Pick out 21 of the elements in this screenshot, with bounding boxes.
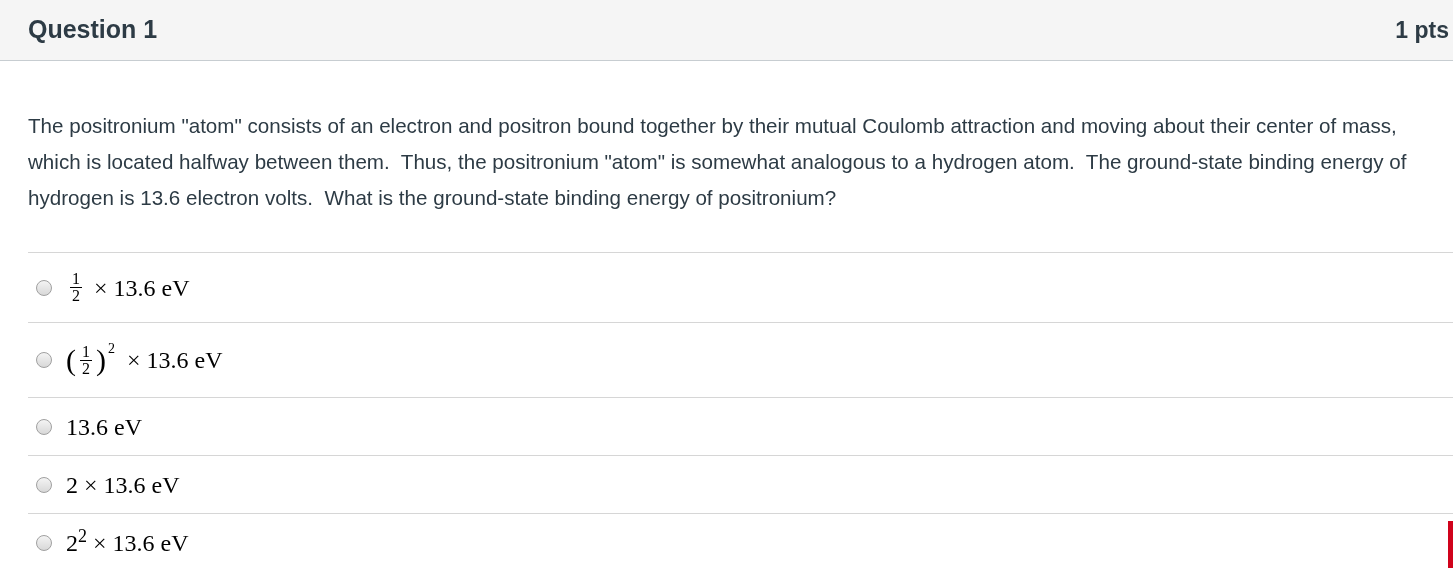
exponent: 2 bbox=[108, 340, 115, 358]
radio-button[interactable] bbox=[36, 279, 52, 296]
answer-text: 13.6 eV bbox=[66, 413, 142, 440]
answer-text: × 13.6 eV bbox=[127, 346, 223, 375]
fraction-numerator: 1 bbox=[71, 271, 81, 287]
radio-button[interactable] bbox=[36, 476, 52, 493]
open-paren: ( bbox=[66, 345, 76, 375]
fraction-denominator: 2 bbox=[80, 359, 92, 377]
question-title: Question 1 bbox=[28, 14, 158, 46]
fraction-denominator: 2 bbox=[70, 287, 82, 304]
radio-button[interactable] bbox=[36, 418, 52, 435]
close-paren: ) bbox=[96, 345, 106, 375]
radio-button[interactable] bbox=[36, 534, 52, 551]
answer-text: 2$^{2}$ × 13.6 eV bbox=[66, 529, 189, 556]
answer-text: × 13.6 eV bbox=[94, 273, 190, 303]
edge-marker bbox=[1448, 521, 1453, 568]
answer-text: 2 × 13.6 eV bbox=[66, 471, 180, 498]
points-label: 1 pts bbox=[1395, 15, 1449, 45]
question-text: The positronium "atom" consists of an electron and positron bound together by their mutual Coulomb attraction and moving about their center of mass, which is located halfway between them. Thus, the positronium "atom" is somewhat analogous to a hydrogen atom. The ground-state binding energy of hydrogen is 13.6 electron volts. What is the ground-state binding energy of positronium? bbox=[27, 113, 1408, 211]
radio-button[interactable] bbox=[36, 352, 52, 368]
fraction-numerator: 1 bbox=[81, 343, 91, 360]
